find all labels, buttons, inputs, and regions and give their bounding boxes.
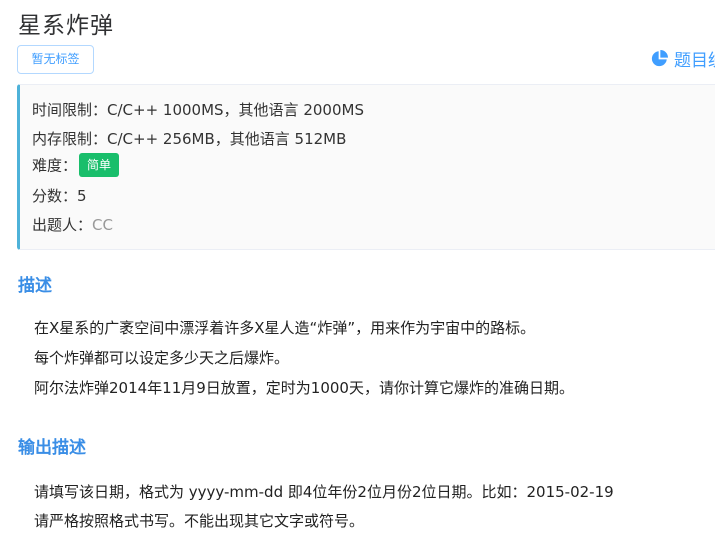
difficulty-badge: 简单 (79, 153, 120, 177)
time-limit-row: 时间限制：C/C++ 1000MS，其他语言 2000MS (32, 99, 364, 120)
difficulty-row: 难度： 简单 (32, 153, 120, 177)
output-line: 请严格按照格式书写。不能出现其它文字或符号。 (34, 512, 365, 530)
stats-link[interactable]: 题目统计 (651, 45, 715, 71)
score-label: 分数： (32, 187, 78, 205)
page-title: 星系炸弹 (18, 13, 114, 39)
problem-info-panel: 时间限制：C/C++ 1000MS，其他语言 2000MS 内存限制：C/C++… (17, 84, 715, 250)
memory-limit-value: C/C++ 256MB，其他语言 512MB (107, 130, 347, 148)
description-line: 每个炸弹都可以设定多少天之后爆炸。 (34, 349, 290, 367)
pie-chart-icon (651, 49, 668, 66)
author-label: 出题人： (32, 216, 93, 234)
score-value: 5 (77, 187, 87, 205)
memory-limit-row: 内存限制：C/C++ 256MB，其他语言 512MB (32, 128, 346, 149)
description-line: 阿尔法炸弹2014年11月9日放置，定时为1000天，请你计算它爆炸的准确日期。 (34, 379, 574, 397)
difficulty-label: 难度： (32, 156, 78, 175)
memory-limit-label: 内存限制： (32, 130, 108, 148)
author-value: CC (92, 216, 113, 234)
description-line: 在X星系的广袤空间中漂浮着许多X星人造“炸弹”，用来作为宇宙中的路标。 (34, 319, 536, 337)
score-row: 分数：5 (32, 185, 87, 206)
stats-link-label: 题目统计 (674, 50, 715, 71)
author-row: 出题人：CC (32, 214, 113, 235)
time-limit-value: C/C++ 1000MS，其他语言 2000MS (107, 101, 364, 119)
output-heading: 输出描述 (18, 438, 86, 458)
tag-button[interactable]: 暂无标签 (17, 45, 94, 74)
output-line: 请填写该日期，格式为 yyyy-mm-dd 即4位年份2位月份2位日期。比如：2… (34, 483, 614, 501)
description-heading: 描述 (18, 276, 52, 296)
time-limit-label: 时间限制： (32, 101, 108, 119)
